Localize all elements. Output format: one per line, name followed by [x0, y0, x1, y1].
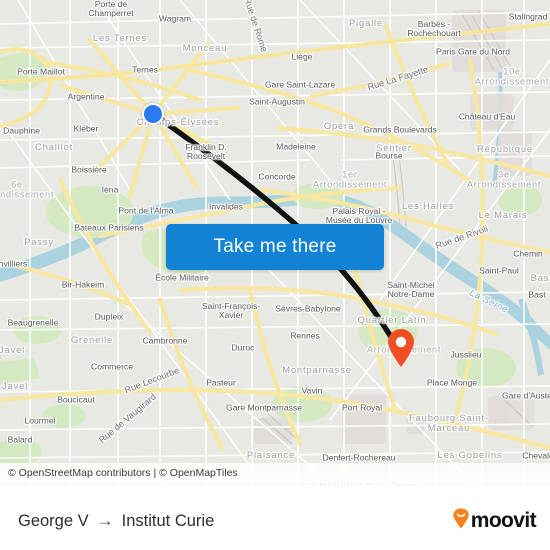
destination-marker[interactable]	[386, 328, 416, 368]
footer-bar: George V → Institut Curie moovit	[0, 492, 550, 550]
map-attribution[interactable]: © OpenStreetMap contributors | © OpenMap…	[0, 463, 550, 483]
origin-marker[interactable]	[142, 103, 164, 125]
route-destination-label: Institut Curie	[121, 511, 215, 530]
take-me-there-button[interactable]: Take me there	[166, 224, 384, 270]
moovit-wordmark: moovit	[470, 509, 537, 532]
map-canvas[interactable]: Porte de Champerret Wagram Pigalle Barbès -…	[0, 0, 550, 492]
moovit-pin-icon	[452, 508, 470, 534]
route-origin-label: George V	[18, 511, 89, 530]
arrow-right-icon: →	[96, 511, 114, 530]
route-summary: George V → Institut Curie	[18, 511, 214, 531]
map-screen: Porte de Champerret Wagram Pigalle Barbès -…	[0, 0, 550, 550]
moovit-logo[interactable]: moovit	[452, 508, 537, 534]
